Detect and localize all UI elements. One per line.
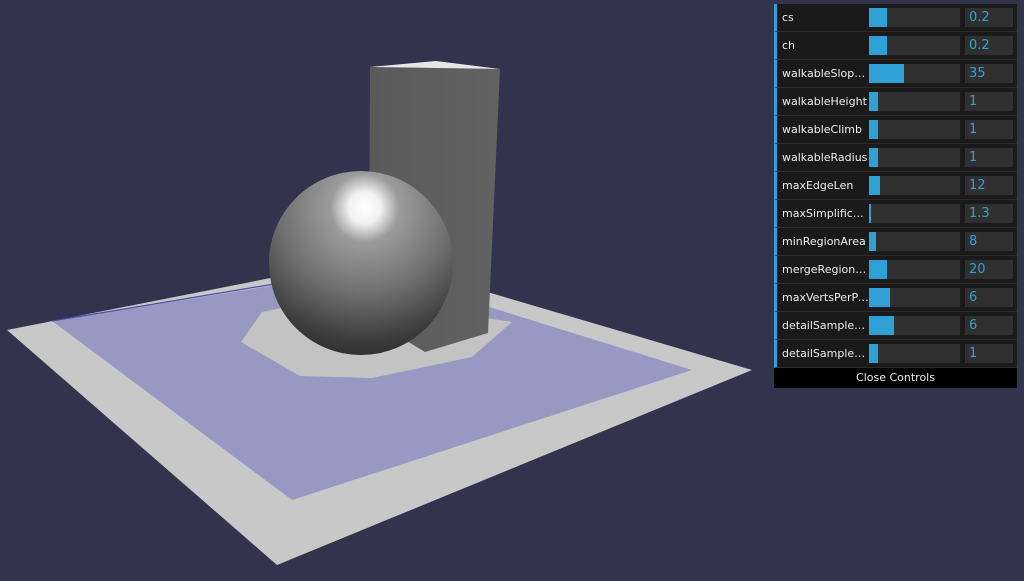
slider-fill: [869, 148, 878, 167]
control-slider[interactable]: [869, 260, 960, 279]
control-slider[interactable]: [869, 316, 960, 335]
close-controls-button[interactable]: Close Controls: [774, 368, 1017, 388]
control-label: ch: [782, 39, 796, 52]
control-slider[interactable]: [869, 36, 960, 55]
control-row: maxVertsPerPoly: [774, 284, 1017, 312]
slider-fill: [869, 120, 878, 139]
control-label: maxSimplificationError: [782, 207, 870, 220]
slider-fill: [869, 92, 878, 111]
control-value-input[interactable]: [965, 288, 1013, 307]
control-slider[interactable]: [869, 8, 960, 27]
control-label: walkableRadius: [782, 151, 868, 164]
control-row: maxEdgeLen: [774, 172, 1017, 200]
slider-fill: [869, 232, 876, 251]
control-label: maxVertsPerPoly: [782, 291, 870, 304]
control-row: ch: [774, 32, 1017, 60]
control-slider[interactable]: [869, 176, 960, 195]
slider-fill: [869, 260, 887, 279]
control-row: maxSimplificationError: [774, 200, 1017, 228]
control-row: walkableSlopeAngle: [774, 60, 1017, 88]
control-row: walkableClimb: [774, 116, 1017, 144]
control-value-input[interactable]: [965, 148, 1013, 167]
control-slider[interactable]: [869, 344, 960, 363]
control-value-input[interactable]: [965, 316, 1013, 335]
control-label: walkableClimb: [782, 123, 863, 136]
control-value-input[interactable]: [965, 204, 1013, 223]
control-row: walkableRadius: [774, 144, 1017, 172]
slider-fill: [869, 344, 878, 363]
control-slider[interactable]: [869, 92, 960, 111]
control-label: minRegionArea: [782, 235, 866, 248]
slider-fill: [869, 64, 904, 83]
control-label: maxEdgeLen: [782, 179, 854, 192]
control-row: cs: [774, 4, 1017, 32]
control-row: detailSampleMaxError: [774, 340, 1017, 368]
control-value-input[interactable]: [965, 36, 1013, 55]
control-slider[interactable]: [869, 288, 960, 307]
control-slider[interactable]: [869, 148, 960, 167]
control-slider[interactable]: [869, 232, 960, 251]
control-value-input[interactable]: [965, 176, 1013, 195]
control-slider[interactable]: [869, 64, 960, 83]
slider-fill: [869, 204, 871, 223]
control-value-input[interactable]: [965, 232, 1013, 251]
control-label: walkableHeight: [782, 95, 867, 108]
control-slider[interactable]: [869, 120, 960, 139]
control-label: detailSampleDist: [782, 319, 870, 332]
control-row: walkableHeight: [774, 88, 1017, 116]
control-value-input[interactable]: [965, 8, 1013, 27]
control-value-input[interactable]: [965, 344, 1013, 363]
control-row: detailSampleDist: [774, 312, 1017, 340]
control-label: walkableSlopeAngle: [782, 67, 870, 80]
controls-list: cs ch walkableSlopeAngle walkableHeight walk…: [774, 4, 1017, 368]
slider-fill: [869, 8, 887, 27]
controls-panel: cs ch walkableSlopeAngle walkableHeight walk…: [774, 4, 1017, 388]
slider-fill: [869, 288, 890, 307]
control-row: minRegionArea: [774, 228, 1017, 256]
slider-fill: [869, 36, 887, 55]
sphere: [269, 171, 453, 355]
control-label: detailSampleMaxError: [782, 347, 870, 360]
control-label: mergeRegionArea: [782, 263, 870, 276]
control-row: mergeRegionArea: [774, 256, 1017, 284]
control-label: cs: [782, 11, 794, 24]
slider-fill: [869, 176, 880, 195]
control-value-input[interactable]: [965, 260, 1013, 279]
control-slider[interactable]: [869, 204, 960, 223]
control-value-input[interactable]: [965, 92, 1013, 111]
slider-fill: [869, 316, 894, 335]
control-value-input[interactable]: [965, 64, 1013, 83]
control-value-input[interactable]: [965, 120, 1013, 139]
